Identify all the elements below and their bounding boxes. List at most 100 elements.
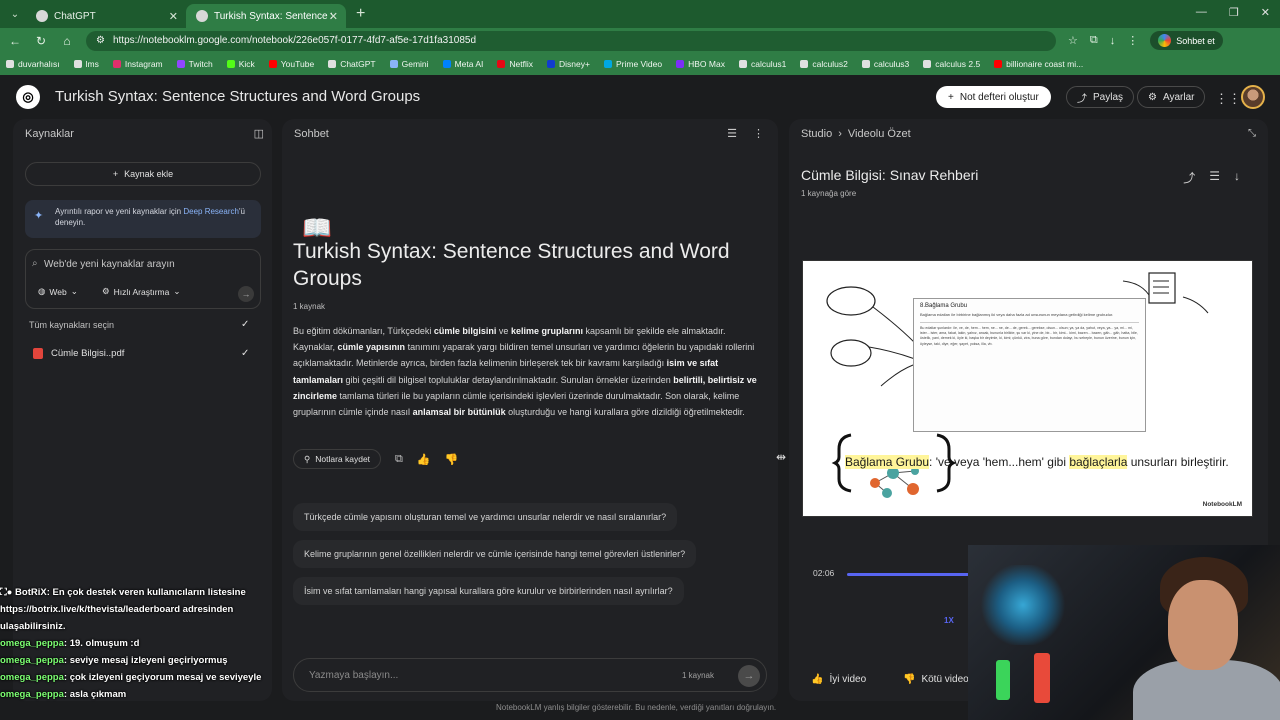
settings-button[interactable]: ⚙ Ayarlar bbox=[1137, 86, 1206, 108]
disclaimer-text: NotebookLM yanlış bilgiler gösterebilir.… bbox=[496, 703, 777, 712]
save-to-notes-button[interactable]: ⚲ Notlara kaydet bbox=[293, 449, 382, 469]
chat-user: omega_peppa bbox=[0, 638, 64, 649]
source-checkbox[interactable]: ✓ bbox=[241, 348, 249, 359]
bookmark-item[interactable]: calculus 2.5 bbox=[923, 59, 980, 69]
bookmark-item[interactable]: Netflix bbox=[497, 59, 533, 69]
bookmark-item[interactable]: Disney+ bbox=[547, 59, 590, 69]
chat-input[interactable]: Yazmaya başlayın... 1 kaynak → bbox=[293, 658, 767, 692]
url-field[interactable]: ⚙ https://notebooklm.google.com/notebook… bbox=[86, 30, 1056, 51]
bookmark-item[interactable]: Gemini bbox=[389, 59, 429, 69]
bookmark-favicon-icon bbox=[328, 60, 337, 68]
bookmark-item[interactable]: Kick bbox=[226, 59, 255, 69]
create-notebook-label: Not defteri oluştur bbox=[959, 91, 1039, 103]
close-window-icon[interactable]: ✕ bbox=[1261, 6, 1270, 19]
home-icon[interactable]: ⌂ bbox=[60, 34, 74, 48]
copy-icon[interactable]: ⧉ bbox=[395, 453, 403, 466]
bookmark-item[interactable]: Instagram bbox=[112, 59, 163, 69]
suggested-question[interactable]: İsim ve sıfat tamlamaları hangi yapısal … bbox=[293, 577, 684, 605]
send-arrow-icon[interactable]: → bbox=[738, 665, 760, 687]
minimize-icon[interactable]: — bbox=[1196, 6, 1207, 19]
chat-summary: Bu eğitim dökümanları, Türkçedeki cümle … bbox=[293, 326, 757, 418]
tune-icon[interactable]: ☰ bbox=[727, 127, 737, 140]
bookmark-favicon-icon bbox=[923, 60, 932, 68]
video-frame[interactable]: 8.Bağlama Grubu Bağlama edatları ile bir… bbox=[802, 260, 1253, 517]
notebook-title[interactable]: Turkish Syntax: Sentence Structures and … bbox=[55, 88, 420, 105]
thumbs-down-icon[interactable]: 👎 bbox=[445, 453, 459, 466]
add-source-button[interactable]: + Kaynak ekle bbox=[25, 162, 261, 186]
bookmark-item[interactable]: calculus3 bbox=[861, 59, 909, 69]
breadcrumb-studio[interactable]: Studio bbox=[801, 128, 832, 140]
good-video-button[interactable]: 👍 İyi video bbox=[811, 668, 866, 690]
pdf-icon bbox=[33, 348, 43, 359]
deep-research-tip: ✦ Ayrıntılı rapor ve yeni kaynaklar için… bbox=[25, 200, 261, 238]
bookmark-item[interactable]: ChatGPT bbox=[328, 59, 376, 69]
chat-panel: Sohbet ☰ ⋮ 📖 Turkish Syntax: Sentence St… bbox=[282, 119, 778, 701]
bookmark-item[interactable]: HBO Max bbox=[676, 59, 725, 69]
playback-speed[interactable]: 1X bbox=[944, 616, 954, 625]
bookmark-item[interactable]: Prime Video bbox=[603, 59, 663, 69]
new-tab-icon[interactable]: + bbox=[356, 5, 365, 23]
bookmark-item[interactable]: Twitch bbox=[176, 59, 213, 69]
bookmark-item[interactable]: duvarhalısı bbox=[6, 59, 60, 69]
pc-light bbox=[978, 565, 1068, 645]
settings-label: Ayarlar bbox=[1162, 91, 1195, 103]
select-all-checkbox[interactable]: ✓ bbox=[241, 319, 249, 330]
back-icon[interactable]: ← bbox=[8, 34, 22, 48]
create-notebook-button[interactable]: + Not defteri oluştur bbox=[936, 86, 1051, 108]
bookmark-item[interactable]: lms bbox=[73, 59, 99, 69]
bookmark-item[interactable]: calculus2 bbox=[800, 59, 848, 69]
suggested-question[interactable]: Türkçede cümle yapısını oluşturan temel … bbox=[293, 503, 678, 531]
bookmark-item[interactable]: billionaire coast mi... bbox=[994, 59, 1083, 69]
suggested-question[interactable]: Kelime gruplarının genel özellikleri nel… bbox=[293, 540, 697, 568]
restore-icon[interactable]: ❐ bbox=[1229, 6, 1239, 19]
slide-document: 8.Bağlama Grubu Bağlama edatları ile bir… bbox=[913, 298, 1146, 432]
bot-badge-icon: ⛶● bbox=[0, 587, 13, 598]
bookmark-item[interactable]: Meta AI bbox=[442, 59, 483, 69]
tab-list-chevron-icon[interactable]: ⌄ bbox=[4, 9, 26, 20]
bookmark-label: HBO Max bbox=[688, 59, 725, 69]
tip-text: Ayrıntılı rapor ve yeni kaynaklar için bbox=[55, 207, 184, 216]
chat-user: omega_peppa bbox=[0, 672, 64, 683]
gemini-chat-button[interactable]: Sohbet et bbox=[1150, 31, 1223, 50]
bookmark-label: Netflix bbox=[509, 59, 534, 69]
share-label: Paylaş bbox=[1093, 91, 1124, 103]
close-icon[interactable]: ✕ bbox=[169, 10, 178, 23]
download-icon[interactable]: ↓ bbox=[1234, 169, 1240, 186]
bookmark-favicon-icon bbox=[226, 60, 235, 68]
bad-video-button[interactable]: 👎 Kötü video bbox=[903, 668, 969, 690]
playlist-icon[interactable]: ☰ bbox=[1209, 169, 1220, 186]
video-progress-bar[interactable] bbox=[847, 573, 969, 576]
submit-arrow-icon[interactable]: → bbox=[238, 286, 254, 302]
streamer-face bbox=[1168, 580, 1238, 670]
reload-icon[interactable]: ↻ bbox=[34, 34, 48, 48]
web-chip[interactable]: ◍ Web ⌄ bbox=[38, 286, 78, 297]
drink-can bbox=[1034, 653, 1050, 703]
collapse-panel-icon[interactable]: ◫ bbox=[254, 127, 264, 140]
notebooklm-logo-icon[interactable]: ◎ bbox=[16, 85, 40, 109]
share-button[interactable]: ⤴ Paylaş bbox=[1066, 86, 1135, 108]
share-icon[interactable]: ⤴ bbox=[1183, 169, 1195, 186]
extensions-icon[interactable]: ⧉ bbox=[1090, 34, 1098, 47]
collapse-icon[interactable]: ⤡ bbox=[1248, 128, 1256, 139]
avatar[interactable] bbox=[1241, 85, 1265, 109]
menu-dots-icon[interactable]: ⋮ bbox=[1127, 34, 1138, 47]
site-info-icon[interactable]: ⚙ bbox=[96, 35, 105, 46]
resize-handle-icon[interactable]: ⇹ bbox=[776, 450, 786, 464]
tab-notebooklm[interactable]: Turkish Syntax: Sentence Structure ✕ bbox=[186, 4, 346, 28]
thumbs-up-icon[interactable]: 👍 bbox=[417, 453, 431, 466]
bookmark-star-icon[interactable]: ☆ bbox=[1068, 34, 1078, 47]
tab-chatgpt[interactable]: ChatGPT ✕ bbox=[26, 4, 186, 28]
fast-research-chip[interactable]: ⚙ Hızlı Araştırma ⌄ bbox=[102, 286, 180, 297]
bookmark-item[interactable]: YouTube bbox=[268, 59, 314, 69]
chat-message: omega_peppa: seviye mesaj izleyeni geçir… bbox=[0, 652, 270, 669]
deep-research-link[interactable]: Deep Research bbox=[183, 207, 239, 216]
search-input[interactable]: Web'de yeni kaynaklar arayın bbox=[44, 259, 175, 270]
bookmark-label: Prime Video bbox=[615, 59, 663, 69]
close-icon[interactable]: ✕ bbox=[329, 10, 338, 23]
chat-user: omega_peppa bbox=[0, 655, 64, 666]
bookmark-item[interactable]: calculus1 bbox=[738, 59, 786, 69]
source-item[interactable]: Cümle Bilgisi..pdf bbox=[33, 348, 124, 359]
more-icon[interactable]: ⋮ bbox=[753, 127, 764, 140]
download-icon[interactable]: ↓ bbox=[1110, 35, 1116, 47]
bookmark-favicon-icon bbox=[112, 60, 121, 68]
